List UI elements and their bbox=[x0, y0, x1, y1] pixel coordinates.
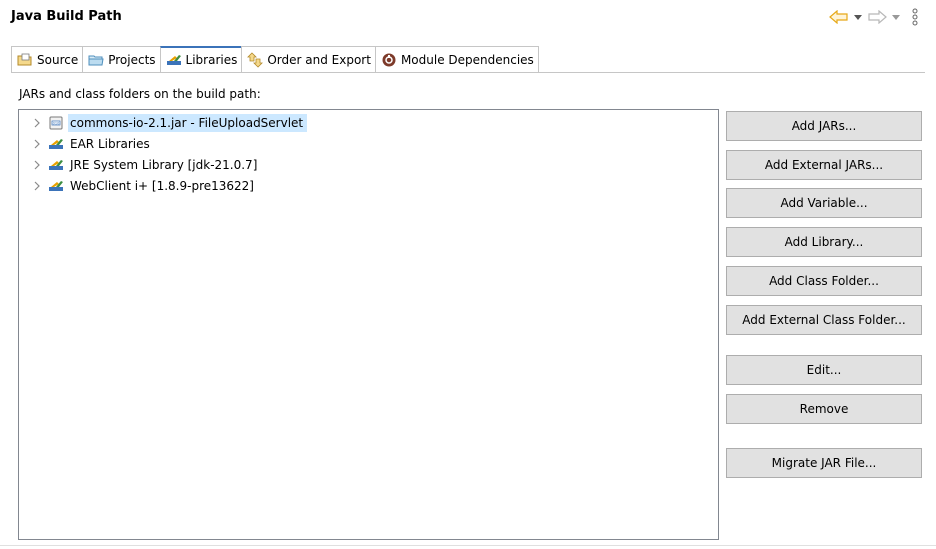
module-icon bbox=[381, 52, 397, 68]
tree-item-label: JRE System Library [jdk-21.0.7] bbox=[70, 157, 258, 172]
add-external-jars-button[interactable]: Add External JARs... bbox=[726, 150, 922, 180]
svg-text:010: 010 bbox=[53, 121, 60, 125]
tab-label: Order and Export bbox=[267, 52, 371, 67]
add-variable-button[interactable]: Add Variable... bbox=[726, 188, 922, 218]
library-icon bbox=[48, 157, 64, 173]
tree-item-webclient[interactable]: WebClient i+ [1.8.9-pre13622] bbox=[20, 175, 258, 196]
back-dropdown-icon[interactable] bbox=[852, 6, 864, 28]
forward-dropdown-icon[interactable] bbox=[890, 6, 902, 28]
expand-chevron-icon[interactable] bbox=[30, 175, 44, 196]
tab-projects[interactable]: Projects bbox=[82, 46, 161, 72]
add-external-class-folder-button[interactable]: Add External Class Folder... bbox=[726, 305, 922, 335]
remove-button[interactable]: Remove bbox=[726, 394, 922, 424]
tree-item-jre-system-library[interactable]: JRE System Library [jdk-21.0.7] bbox=[20, 154, 261, 175]
library-icon bbox=[48, 136, 64, 152]
tab-order-export[interactable]: Order and Export bbox=[241, 46, 376, 72]
page-title: Java Build Path bbox=[11, 9, 122, 24]
source-folder-icon bbox=[17, 52, 33, 68]
library-icon bbox=[48, 178, 64, 194]
tab-libraries[interactable]: Libraries bbox=[159, 46, 243, 72]
bottom-divider bbox=[0, 545, 936, 546]
expand-chevron-icon[interactable] bbox=[30, 154, 44, 175]
projects-icon bbox=[88, 52, 104, 68]
expand-chevron-icon[interactable] bbox=[30, 133, 44, 154]
jar-icon: 010 bbox=[48, 115, 64, 131]
tab-divider bbox=[11, 72, 925, 73]
migrate-jar-button[interactable]: Migrate JAR File... bbox=[726, 448, 922, 478]
tab-source[interactable]: Source bbox=[11, 46, 84, 72]
add-class-folder-button[interactable]: Add Class Folder... bbox=[726, 266, 922, 296]
tab-module-dependencies[interactable]: Module Dependencies bbox=[374, 46, 539, 72]
tab-label: Module Dependencies bbox=[400, 52, 534, 67]
tab-label: Libraries bbox=[185, 53, 238, 67]
navigation-controls bbox=[828, 6, 926, 28]
tree-item-commons-io[interactable]: 010 commons-io-2.1.jar - FileUploadServl… bbox=[20, 112, 308, 133]
tree-item-label: WebClient i+ [1.8.9-pre13622] bbox=[70, 178, 254, 193]
forward-arrow-icon[interactable] bbox=[866, 6, 888, 28]
header: Java Build Path bbox=[0, 0, 936, 36]
libraries-icon bbox=[166, 52, 182, 68]
view-menu-icon[interactable] bbox=[904, 6, 926, 28]
tree-item-label: commons-io-2.1.jar - FileUploadServlet bbox=[68, 113, 308, 132]
order-export-icon bbox=[247, 51, 264, 68]
build-path-tree[interactable]: 010 commons-io-2.1.jar - FileUploadServl… bbox=[18, 109, 719, 540]
tab-label: Projects bbox=[108, 52, 156, 67]
tab-label: Source bbox=[37, 52, 79, 67]
add-library-button[interactable]: Add Library... bbox=[726, 227, 922, 257]
expand-chevron-icon[interactable] bbox=[30, 112, 44, 133]
tree-item-ear-libraries[interactable]: EAR Libraries bbox=[20, 133, 154, 154]
tab-bar: Source Projects Libraries Order and Expo… bbox=[11, 46, 539, 72]
back-arrow-icon[interactable] bbox=[828, 6, 850, 28]
build-path-label: JARs and class folders on the build path… bbox=[19, 87, 261, 101]
edit-button[interactable]: Edit... bbox=[726, 355, 922, 385]
tree-item-label: EAR Libraries bbox=[70, 136, 150, 151]
add-jars-button[interactable]: Add JARs... bbox=[726, 111, 922, 141]
